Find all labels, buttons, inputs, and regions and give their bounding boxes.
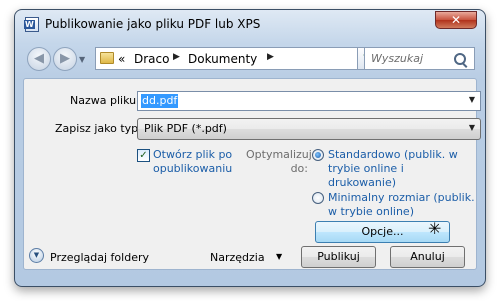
radio-minimum-line2: w trybie online): [328, 205, 414, 218]
filename-value: dd.pdf: [141, 94, 179, 108]
breadcrumb-dokumenty[interactable]: Dokumenty: [188, 52, 257, 66]
window-title: Publikowanie jako pliku PDF lub XPS: [45, 17, 261, 31]
recent-locations-dropdown[interactable]: ▼: [79, 55, 85, 64]
radio-standard-line3: drukowanie): [328, 176, 397, 189]
filename-field[interactable]: dd.pdf ▼: [137, 91, 481, 111]
search-placeholder: Wyszukaj: [371, 52, 424, 65]
optimize-for-line2: do:: [290, 162, 308, 175]
tools-menu[interactable]: Narzędzia: [210, 251, 265, 264]
mouse-cursor-icon: ✳: [428, 219, 442, 238]
address-bar[interactable]: « Draco ▶ Dokumenty ▶: [95, 47, 358, 70]
open-after-publish-checkbox[interactable]: ✓: [137, 149, 150, 162]
publish-button[interactable]: Publikuj: [301, 246, 376, 268]
radio-minimum-size[interactable]: [312, 192, 324, 204]
cancel-button[interactable]: Anuluj: [390, 246, 465, 268]
save-options-panel: Nazwa pliku: dd.pdf ▼ Zapisz jako typ: P…: [23, 78, 481, 270]
search-icon[interactable]: [454, 53, 466, 65]
close-button[interactable]: ✕: [435, 11, 477, 29]
radio-standard-line1: Standardowo (publik. w: [328, 148, 458, 161]
word-app-icon: [24, 17, 39, 32]
chevron-down-icon[interactable]: ▼: [469, 95, 475, 104]
radio-standard[interactable]: [312, 149, 324, 161]
radio-minimum-size-label[interactable]: Minimalny rozmiar (publik. w trybie onli…: [328, 191, 478, 219]
breadcrumb-overflow[interactable]: «: [118, 52, 125, 66]
filetype-select[interactable]: Plik PDF (*.pdf) ▼: [137, 118, 481, 140]
publish-dialog: Publikowanie jako pliku PDF lub XPS ✕ ◀ …: [14, 9, 486, 287]
optimize-for-label: Optymalizuj do:: [246, 148, 312, 176]
chevron-down-icon[interactable]: ▼: [469, 123, 475, 132]
optimize-for-line1: Optymalizuj: [246, 148, 312, 161]
expand-folders-icon[interactable]: ▼: [29, 248, 44, 263]
breadcrumb-separator-arrow[interactable]: ▶: [267, 52, 274, 62]
back-button[interactable]: ◀: [27, 47, 51, 71]
search-box[interactable]: Wyszukaj: [364, 47, 475, 70]
title-bar[interactable]: Publikowanie jako pliku PDF lub XPS ✕: [15, 10, 485, 38]
filetype-label: Zapisz jako typ:: [55, 122, 142, 135]
browse-folders-link[interactable]: Przeglądaj foldery: [50, 251, 149, 264]
filetype-value: Plik PDF (*.pdf): [144, 122, 227, 135]
open-after-publish-label[interactable]: Otwórz plik po opublikowaniu: [153, 148, 253, 176]
folder-icon: [100, 52, 114, 64]
breadcrumb-separator-arrow[interactable]: ▶: [173, 52, 180, 62]
radio-standard-label[interactable]: Standardowo (publik. w trybie online i d…: [328, 148, 478, 190]
open-after-publish-line1: Otwórz plik po: [153, 148, 233, 161]
tools-dropdown-arrow[interactable]: ▼: [276, 252, 282, 261]
radio-minimum-line1: Minimalny rozmiar (publik.: [328, 191, 475, 204]
open-after-publish-line2: opublikowaniu: [153, 162, 233, 175]
radio-standard-line2: trybie online i: [328, 162, 404, 175]
breadcrumb-draco[interactable]: Draco: [134, 52, 169, 66]
filename-label: Nazwa pliku:: [70, 94, 140, 107]
forward-button[interactable]: ▶: [53, 47, 77, 71]
